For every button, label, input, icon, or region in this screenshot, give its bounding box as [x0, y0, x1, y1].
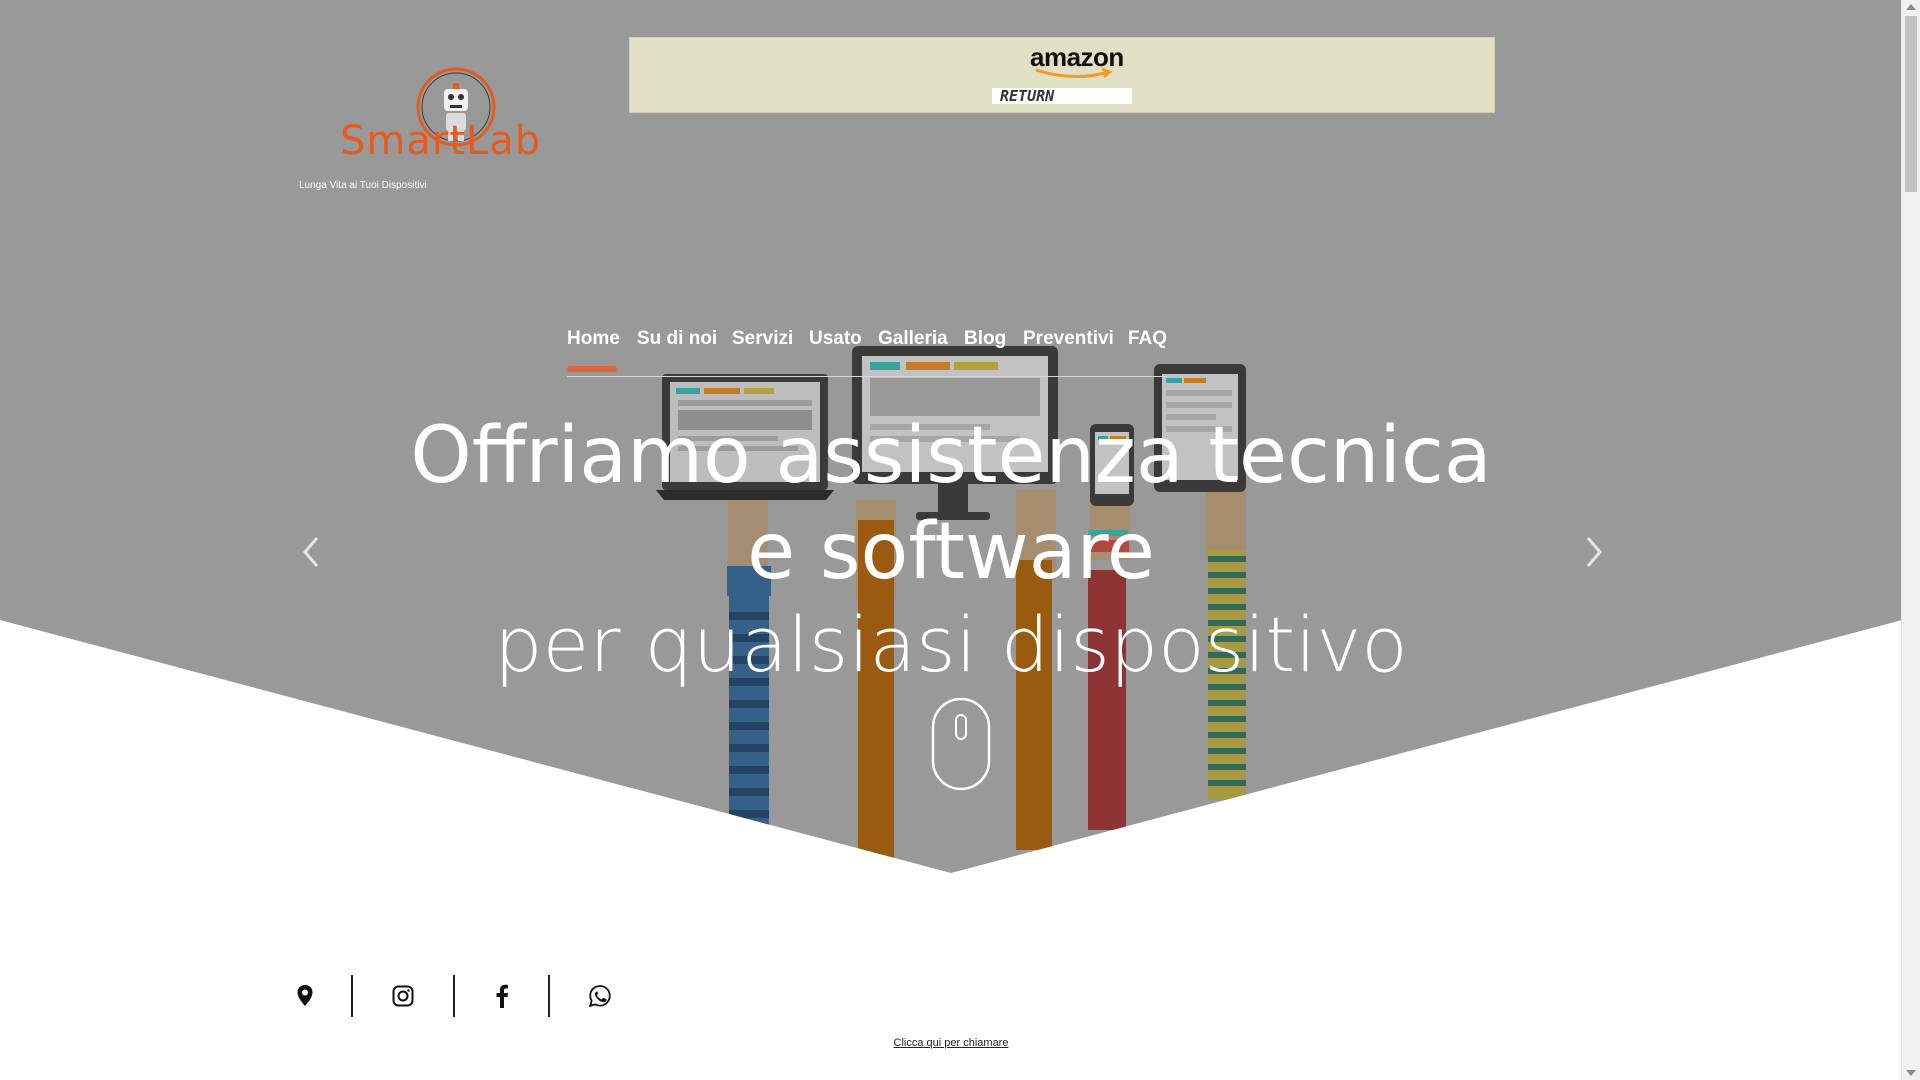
- scroll-down-arrow-icon[interactable]: [1906, 1070, 1916, 1076]
- instagram-icon[interactable]: [383, 975, 423, 1017]
- amazon-ad-banner[interactable]: amazon RETURN: [629, 37, 1495, 113]
- page: SmartLab Lunga Vita ai Tuoi Dispositivi …: [0, 0, 1920, 1080]
- vertical-scrollbar[interactable]: [1901, 0, 1920, 1080]
- social-separator: [453, 975, 455, 1017]
- scroll-up-arrow-icon[interactable]: [1906, 4, 1916, 10]
- brand-tagline: Lunga Vita ai Tuoi Dispositivi: [299, 180, 427, 191]
- chevron-right-icon[interactable]: [1580, 530, 1610, 574]
- call-link[interactable]: Clicca qui per chiamare: [0, 1037, 1902, 1049]
- amazon-return-label[interactable]: RETURN: [992, 88, 1132, 104]
- main-navigation: Home Su di noi Servizi Usato Galleria Bl…: [567, 328, 1167, 377]
- whatsapp-icon[interactable]: [580, 975, 620, 1017]
- chevron-left-icon[interactable]: [295, 530, 325, 574]
- nav-item-galleria[interactable]: Galleria: [878, 328, 948, 350]
- mouse-scroll-icon[interactable]: [931, 697, 991, 791]
- social-separator: [351, 975, 353, 1017]
- nav-item-usato[interactable]: Usato: [809, 328, 862, 350]
- amazon-smile-icon: [1035, 68, 1113, 79]
- map-pin-icon[interactable]: [285, 975, 325, 1017]
- call-link-text[interactable]: Clicca qui per chiamare: [894, 1037, 1009, 1049]
- nav-item-faq[interactable]: FAQ: [1128, 328, 1167, 350]
- nav-item-su-di-noi[interactable]: Su di noi: [637, 328, 717, 350]
- brand-name[interactable]: SmartLab: [340, 118, 541, 164]
- facebook-icon[interactable]: [482, 975, 522, 1017]
- hero-subtitle: per qualsiasi dispositivo: [494, 600, 1408, 689]
- hero-title: Offriamo assistenza tecnica e software: [0, 408, 1902, 600]
- nav-item-preventivi[interactable]: Preventivi: [1023, 328, 1114, 350]
- social-separator: [548, 975, 550, 1017]
- nav-item-home[interactable]: Home: [567, 328, 620, 350]
- nav-active-indicator: [567, 366, 617, 372]
- hero-title-text: Offriamo assistenza tecnica e software: [410, 411, 1492, 597]
- nav-item-servizi[interactable]: Servizi: [732, 328, 793, 350]
- scrollbar-thumb[interactable]: [1905, 16, 1917, 192]
- nav-item-blog[interactable]: Blog: [964, 328, 1006, 350]
